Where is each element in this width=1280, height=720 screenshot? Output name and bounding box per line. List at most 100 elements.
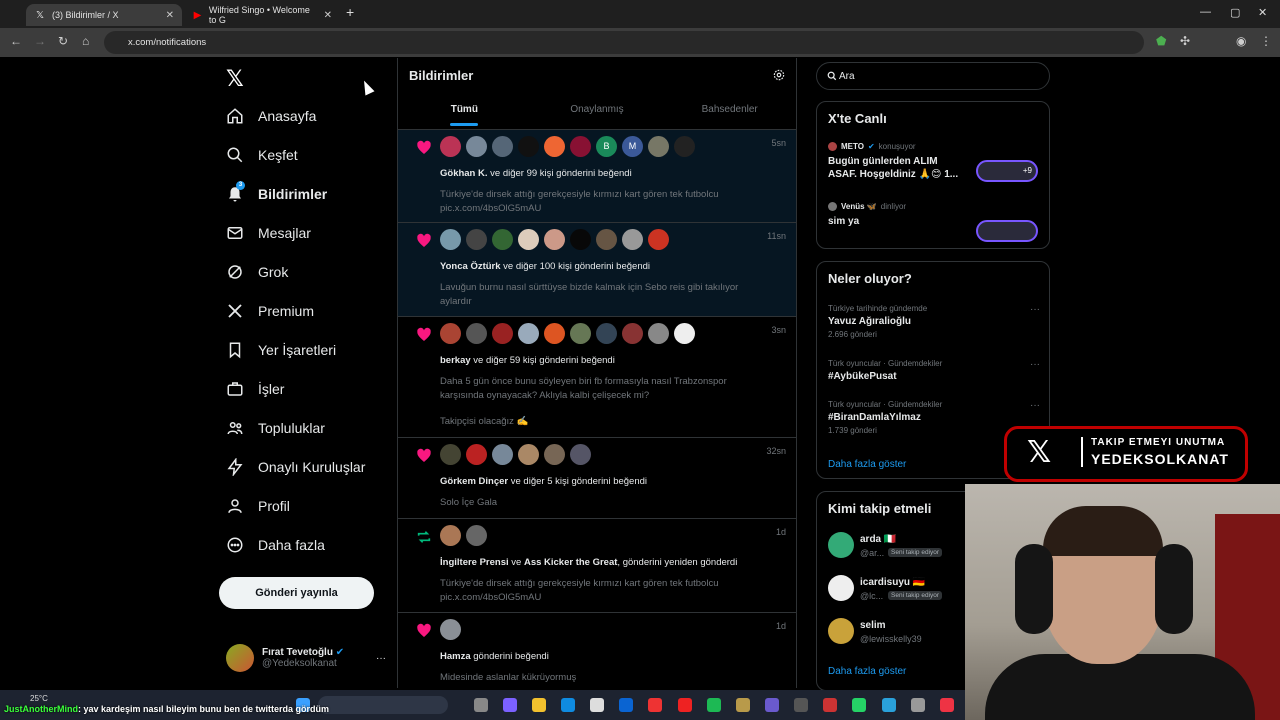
panel-title: Neler oluyor? xyxy=(828,271,912,286)
weather-widget[interactable]: 25°C xyxy=(30,694,48,703)
minimize-button[interactable]: — xyxy=(1200,6,1211,18)
post-snippet: Türkiye'de dirsek attığı gerekçesiyle kı… xyxy=(440,578,719,603)
more-icon[interactable]: ··· xyxy=(1030,304,1040,315)
notification-item[interactable]: 1d İngiltere Prensi ve Ass Kicker the Gr… xyxy=(398,519,796,613)
avatar xyxy=(674,323,695,344)
copilot-icon[interactable] xyxy=(503,698,517,712)
sidebar-item-jobs[interactable]: İşler xyxy=(226,375,284,403)
sidebar-item-profile[interactable]: Profil xyxy=(226,492,290,520)
show-more-link[interactable]: Daha fazla göster xyxy=(828,666,906,677)
notification-item[interactable]: B M 5sn Gökhan K. ve diğer 99 kişi gönde… xyxy=(398,130,796,223)
notification-text: berkay ve diğer 59 kişi gönderini beğend… xyxy=(440,355,615,366)
sidebar-item-bookmarks[interactable]: Yer İşaretleri xyxy=(226,336,336,364)
maximize-button[interactable]: ▢ xyxy=(1230,6,1240,19)
close-icon[interactable]: ✕ xyxy=(166,10,174,21)
notification-item[interactable]: 3sn berkay ve diğer 59 kişi gönderini be… xyxy=(398,317,796,438)
post-snippet: Daha 5 gün önce bunu söyleyen biri fb fo… xyxy=(440,376,727,401)
sidebar-item-explore[interactable]: Keşfet xyxy=(226,141,298,169)
address-bar[interactable]: x.com/notifications xyxy=(104,31,1144,54)
file-explorer-icon[interactable] xyxy=(532,698,546,712)
browser-toolbar: ← → ↻ ⌂ x.com/notifications ⬟ ✣ ◉ ⋮ xyxy=(0,28,1280,57)
account-handle: @Yedeksolkanat xyxy=(262,658,337,669)
sidebar-item-verified-orgs[interactable]: Onaylı Kuruluşlar xyxy=(226,453,365,481)
follow-suggestion[interactable]: icardisuyu 🇩🇪 @lc... Seni takip ediyor xyxy=(828,575,968,605)
live-space-item[interactable]: Venüs 🦋 dinliyor sim ya xyxy=(828,202,1038,242)
spotify-icon[interactable] xyxy=(707,698,721,712)
avatar xyxy=(440,229,461,250)
follow-suggestion[interactable]: arda 🇮🇹 @ar... Seni takip ediyor xyxy=(828,532,968,562)
menu-icon[interactable]: ⋮ xyxy=(1260,34,1272,48)
sidebar-item-communities[interactable]: Topluluklar xyxy=(226,414,325,442)
settings-icon[interactable] xyxy=(794,698,808,712)
notification-item[interactable]: 1d Hamza gönderini beğendi Midesinde asl… xyxy=(398,613,796,688)
app-icon[interactable] xyxy=(823,698,837,712)
close-window-button[interactable]: ✕ xyxy=(1258,6,1267,19)
post-button[interactable]: Gönderi yayınla xyxy=(219,577,374,609)
avatar xyxy=(466,323,487,344)
shield-icon[interactable]: ⬟ xyxy=(1156,34,1166,48)
new-tab-button[interactable]: + xyxy=(346,4,354,20)
gear-icon[interactable] xyxy=(772,68,786,82)
app-icon[interactable] xyxy=(736,698,750,712)
avatar xyxy=(596,229,617,250)
more-icon[interactable]: ··· xyxy=(376,653,386,664)
x-logo-icon[interactable]: 𝕏 xyxy=(226,66,244,92)
notification-item[interactable]: 11sn Yonca Öztürk ve diğer 100 kişi gönd… xyxy=(398,223,796,317)
close-icon[interactable]: ✕ xyxy=(324,10,332,21)
home-icon[interactable]: ⌂ xyxy=(82,34,89,48)
sidebar-item-premium[interactable]: Premium xyxy=(226,297,314,325)
telegram-icon[interactable] xyxy=(882,698,896,712)
teams-icon[interactable] xyxy=(765,698,779,712)
avatar xyxy=(570,444,591,465)
sidebar-item-home[interactable]: Anasayfa xyxy=(226,102,316,130)
tab-all[interactable]: Tümü xyxy=(398,98,531,130)
taskbar-search[interactable] xyxy=(318,696,448,714)
avatar xyxy=(544,136,565,157)
show-more-link[interactable]: Daha fazla göster xyxy=(828,459,906,470)
back-icon[interactable]: ← xyxy=(10,34,22,48)
chrome-icon[interactable] xyxy=(940,698,954,712)
more-icon[interactable]: ··· xyxy=(1030,400,1040,411)
home-icon xyxy=(227,108,243,124)
search-input[interactable]: Ara xyxy=(816,62,1050,90)
trend-item[interactable]: Türkiye tarihinde gündemde Yavuz Ağırali… xyxy=(828,304,1040,339)
avatar xyxy=(596,323,617,344)
avatar xyxy=(226,644,254,672)
app-icon[interactable] xyxy=(911,698,925,712)
task-view-icon[interactable] xyxy=(474,698,488,712)
browser-tab-youtube[interactable]: ▶ Wilfried Singo • Welcome to G ✕ xyxy=(184,4,340,26)
sidebar-item-notifications[interactable]: 3 Bildirimler xyxy=(226,180,327,208)
account-switcher[interactable]: Fırat Tevetoğlu ✔ @Yedeksolkanat ··· xyxy=(226,638,386,678)
tab-verified[interactable]: Onaylanmış xyxy=(531,98,664,130)
reload-icon[interactable]: ↻ xyxy=(58,34,68,48)
outlook-icon[interactable] xyxy=(619,698,633,712)
avatar xyxy=(518,444,539,465)
tab-mentions[interactable]: Bahsedenler xyxy=(663,98,796,130)
extensions-icon[interactable]: ✣ xyxy=(1180,34,1190,48)
briefcase-icon xyxy=(227,382,243,396)
sidebar-item-grok[interactable]: Grok xyxy=(226,258,288,286)
browser-tab-notifications[interactable]: 𝕏 (3) Bildirimler / X ✕ xyxy=(26,4,182,26)
edge-icon[interactable] xyxy=(561,698,575,712)
avatar xyxy=(466,444,487,465)
notification-item[interactable]: 32sn Görkem Dinçer ve diğer 5 kişi gönde… xyxy=(398,438,796,519)
profile-icon[interactable]: ◉ xyxy=(1236,34,1246,48)
more-circle-icon xyxy=(227,537,243,553)
avatar xyxy=(492,136,513,157)
follow-suggestion[interactable]: selim @lewisskelly39 xyxy=(828,618,968,648)
live-space-item[interactable]: METO ✔ konuşuyor Bugün günlerden ALIM ASAF… xyxy=(828,142,1038,182)
trend-item[interactable]: Türk oyuncular · Gündemdekiler #AybükePu… xyxy=(828,359,1040,382)
sidebar-item-more[interactable]: Daha fazla xyxy=(226,531,325,559)
avatar xyxy=(466,136,487,157)
store-icon[interactable] xyxy=(590,698,604,712)
avatar xyxy=(544,229,565,250)
timestamp: 1d xyxy=(775,527,786,537)
more-icon[interactable]: ··· xyxy=(1030,359,1040,370)
whatsapp-icon[interactable] xyxy=(852,698,866,712)
forward-icon[interactable]: → xyxy=(34,34,46,48)
avatar xyxy=(828,142,837,151)
verified-icon: ✔ xyxy=(867,142,875,151)
sidebar-item-messages[interactable]: Mesajlar xyxy=(226,219,311,247)
opera-icon[interactable] xyxy=(678,698,692,712)
app-icon[interactable] xyxy=(648,698,662,712)
